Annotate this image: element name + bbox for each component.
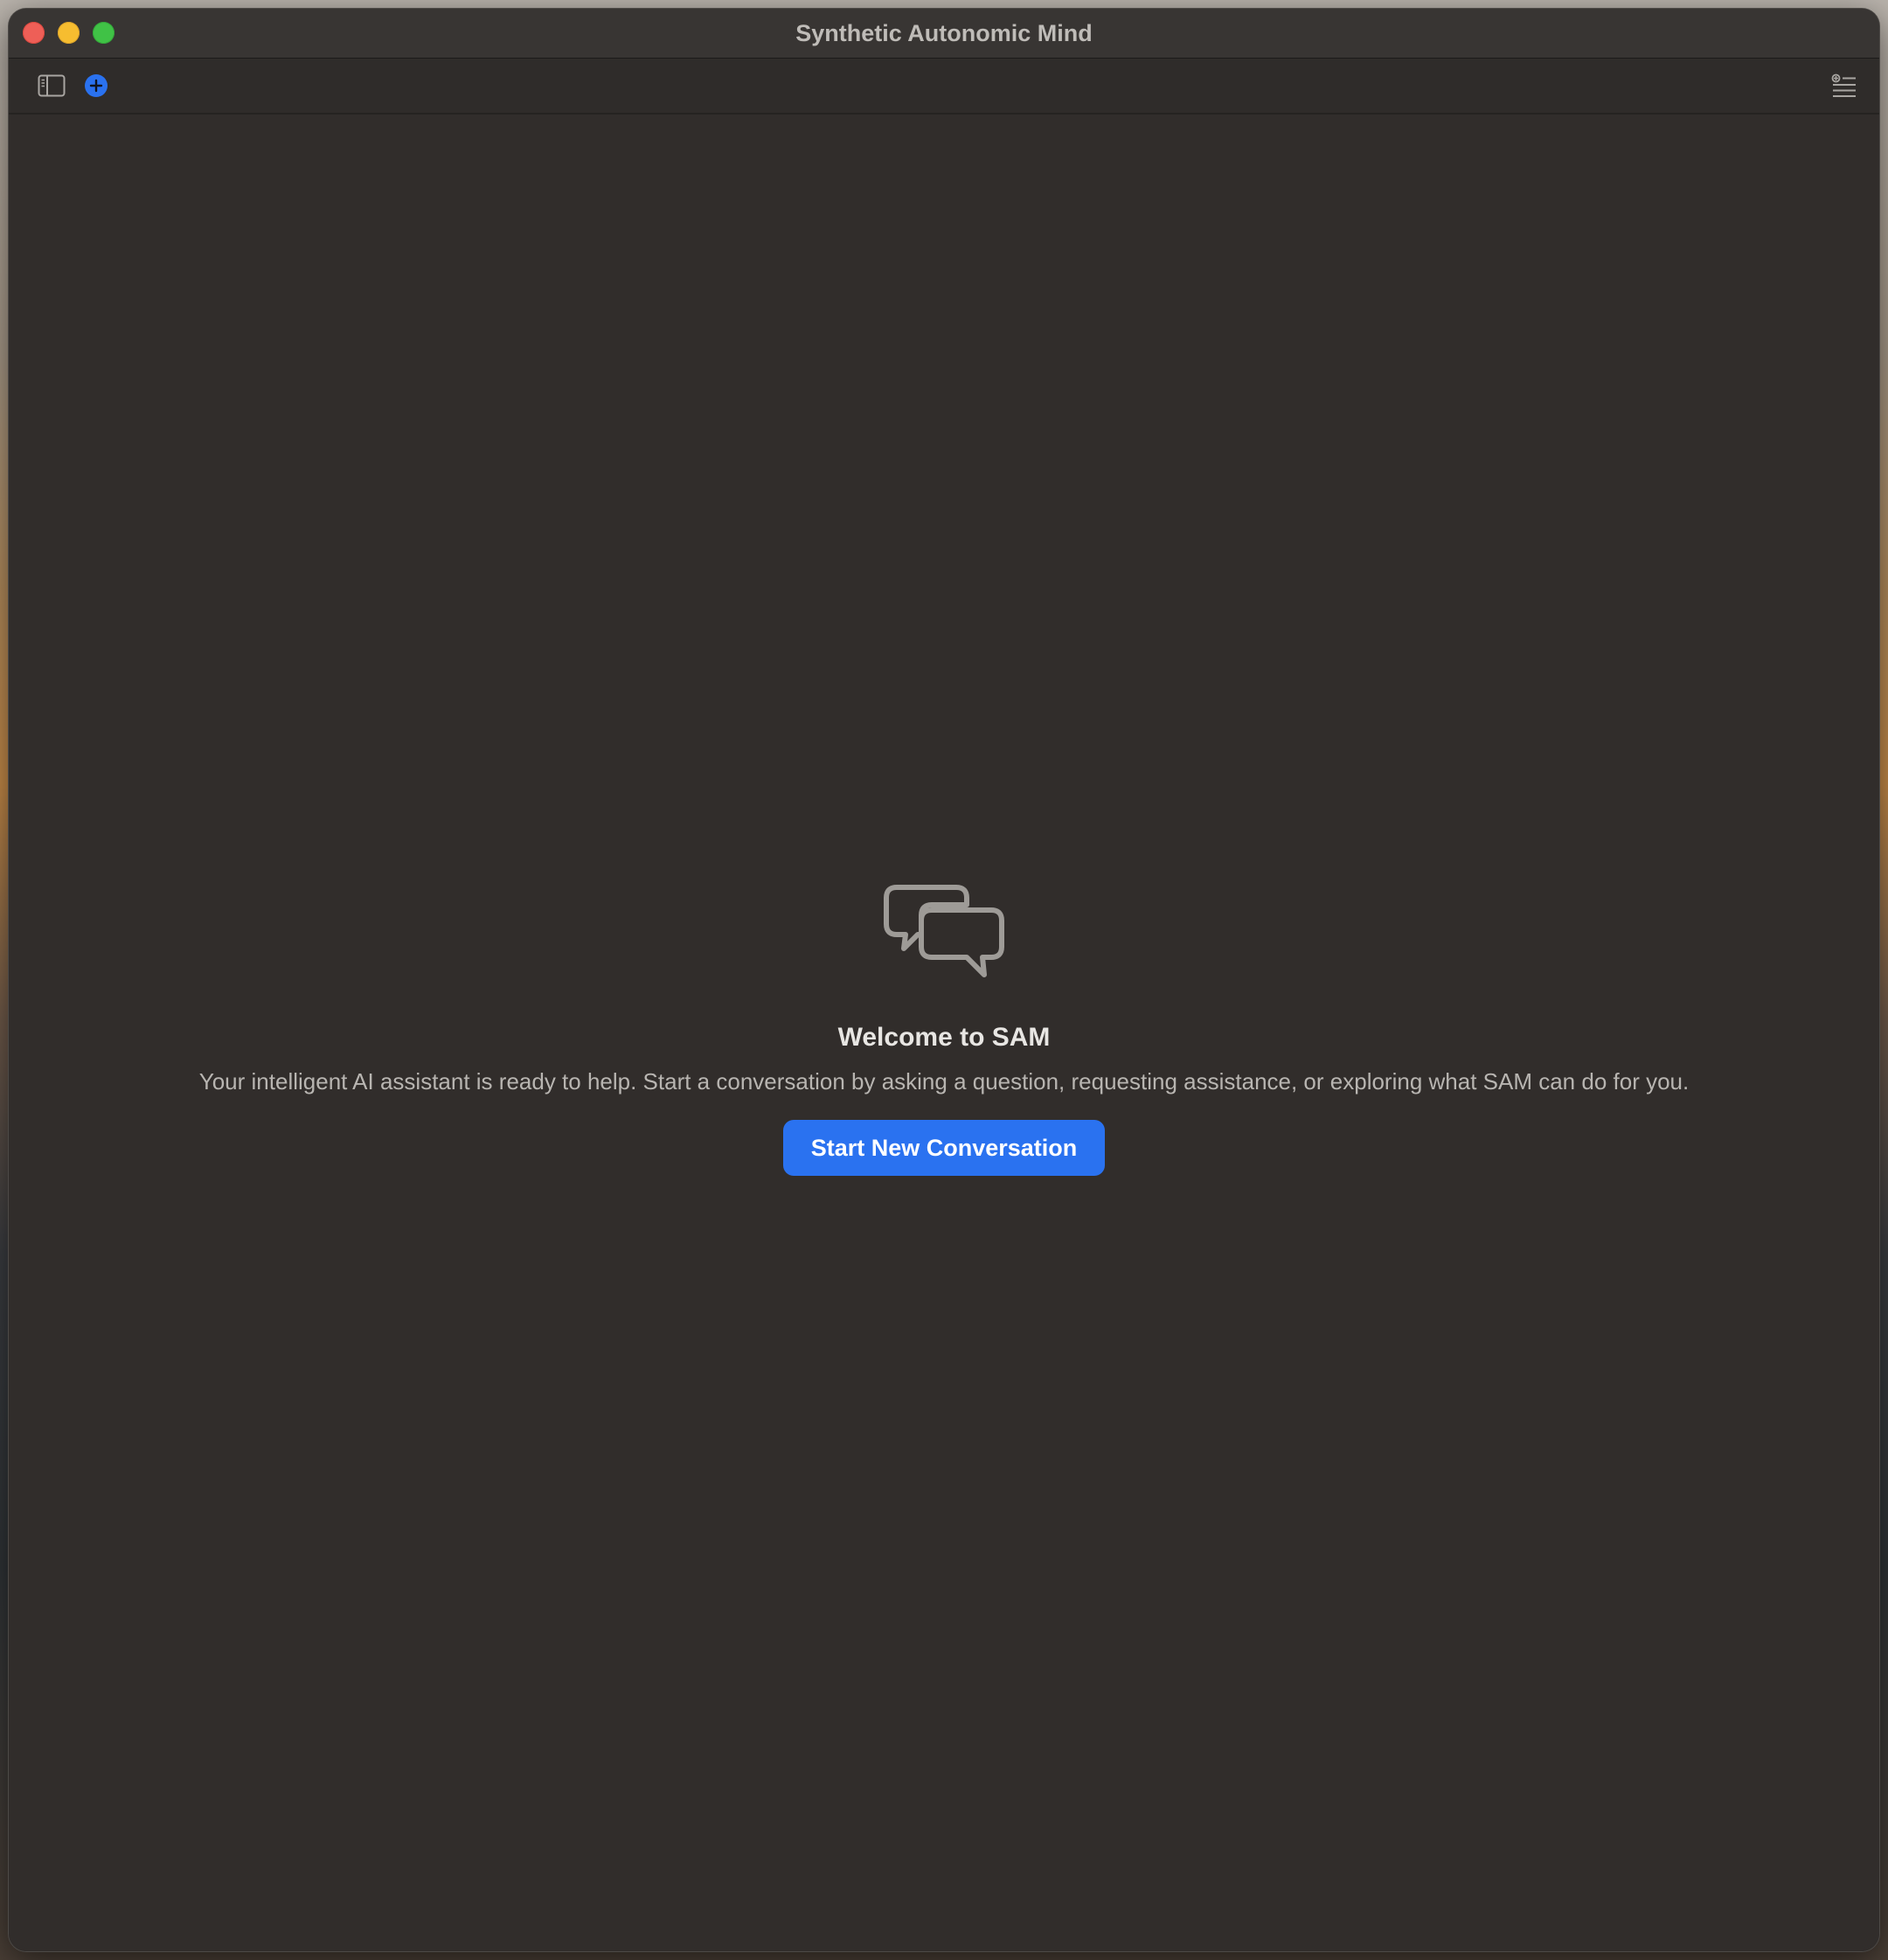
inspector-toggle-button[interactable] (1829, 70, 1860, 101)
chat-bubbles-icon (884, 885, 1004, 977)
title-bar[interactable]: Synthetic Autonomic Mind (9, 9, 1879, 59)
welcome-description: Your intelligent AI assistant is ready t… (198, 1068, 1690, 1095)
start-new-conversation-button[interactable]: Start New Conversation (782, 1120, 1106, 1176)
main-content: Welcome to SAM Your intelligent AI assis… (9, 115, 1879, 1951)
app-window: Synthetic Autonomic Mind Welcome to SAM … (9, 9, 1879, 1951)
inspector-list-icon (1831, 73, 1856, 97)
new-conversation-toolbar-button[interactable] (80, 70, 112, 101)
welcome-empty-state: Welcome to SAM Your intelligent AI assis… (9, 884, 1879, 1176)
welcome-title: Welcome to SAM (837, 1023, 1051, 1052)
toolbar (9, 59, 1879, 115)
toggle-sidebar-button[interactable] (36, 70, 67, 101)
plus-circle-icon (85, 74, 108, 97)
sidebar-toggle-icon (38, 74, 66, 97)
window-title: Synthetic Autonomic Mind (795, 20, 1093, 46)
